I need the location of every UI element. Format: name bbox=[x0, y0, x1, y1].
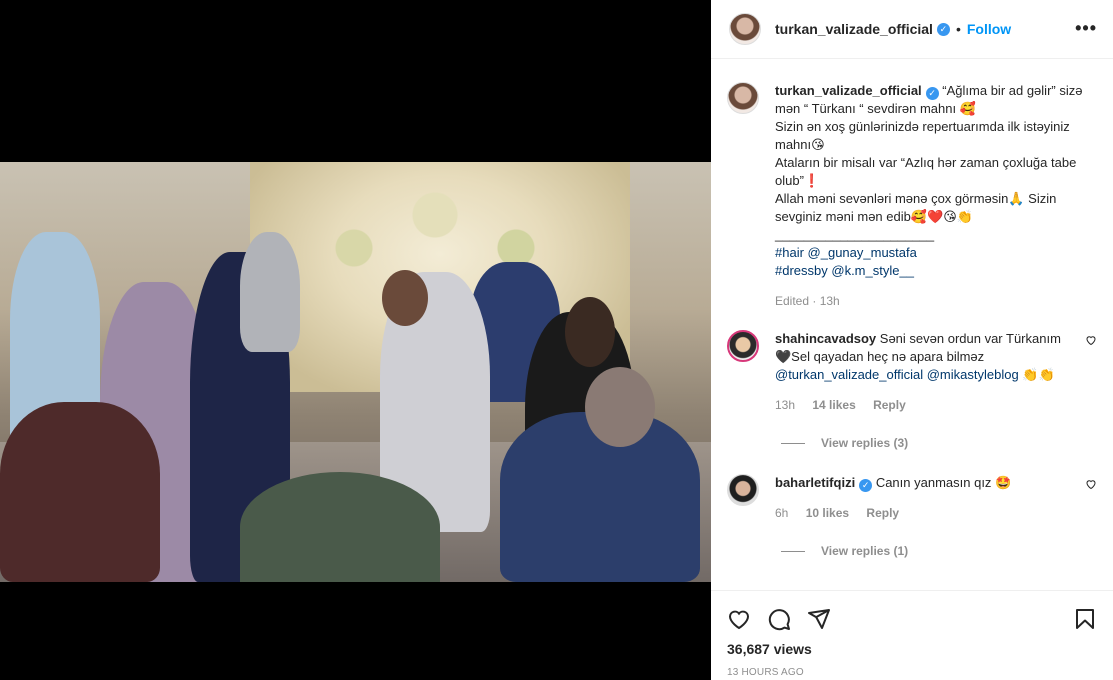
video-figure bbox=[0, 402, 160, 582]
more-icon[interactable]: ••• bbox=[1075, 18, 1097, 39]
caption-line: Allah məni sevənləri mənə çox görməsin🙏 … bbox=[775, 191, 1057, 206]
comments-list[interactable]: turkan_valizade_official ✓ “Ağlıma bir ad… bbox=[711, 60, 1113, 590]
comment-time[interactable]: 13h bbox=[775, 398, 795, 412]
mention-link[interactable]: @mikastyleblog bbox=[927, 367, 1019, 382]
edited-label: Edited · 13h bbox=[775, 294, 840, 308]
hashtag-link[interactable]: #dressby bbox=[775, 263, 828, 278]
caption-line: mahnı😘 bbox=[775, 137, 825, 152]
mention-link[interactable]: @k.m_style__ bbox=[831, 263, 914, 278]
comment-text: 🖤Sel qayadan heç nə apara bilməz bbox=[775, 349, 985, 364]
view-replies-button[interactable]: View replies (1) bbox=[781, 544, 1097, 558]
video-figure bbox=[240, 472, 440, 582]
caption-line: sevginiz məni mən edib🥰❤️😘👏 bbox=[775, 209, 973, 224]
caption-meta: Edited · 13h bbox=[775, 292, 1085, 310]
caption-line: Sizin ən xoş günlərinizdə repertuarımda … bbox=[775, 119, 1070, 134]
like-comment-heart-icon[interactable] bbox=[1085, 478, 1097, 490]
caption-line: mən “ Türkanı “ sevdirən mahnı 🥰 bbox=[775, 101, 976, 116]
view-replies-label[interactable]: View replies (1) bbox=[821, 544, 908, 558]
comment: baharletifqizi ✓ Canın yanmasın qız 🤩 6h … bbox=[727, 474, 1097, 522]
reply-button[interactable]: Reply bbox=[873, 398, 906, 412]
video-figure bbox=[240, 232, 300, 352]
view-replies-button[interactable]: View replies (3) bbox=[781, 436, 1097, 450]
caption-line: “Ağlıma bir ad gəlir” sizə bbox=[942, 83, 1083, 98]
avatar[interactable] bbox=[729, 13, 761, 45]
verified-icon: ✓ bbox=[936, 22, 950, 36]
caption-line: ______________________ bbox=[775, 227, 935, 242]
replies-divider bbox=[781, 442, 805, 444]
author-username[interactable]: turkan_valizade_official bbox=[775, 21, 933, 37]
comment-text: Səni sevən ordun var Türkanım bbox=[879, 331, 1061, 346]
separator-dot: • bbox=[955, 21, 961, 37]
follow-button[interactable]: Follow bbox=[967, 21, 1011, 37]
comment-username[interactable]: baharletifqizi bbox=[775, 475, 855, 490]
hashtag-link[interactable]: #hair bbox=[775, 245, 804, 260]
comment-username[interactable]: shahincavadsoy bbox=[775, 331, 876, 346]
mention-link[interactable]: @_gunay_mustafa bbox=[808, 245, 917, 260]
mention-link[interactable]: @turkan_valizade_official bbox=[775, 367, 923, 382]
view-replies-label[interactable]: View replies (3) bbox=[821, 436, 908, 450]
caption-username[interactable]: turkan_valizade_official bbox=[775, 83, 922, 98]
comment-emoji: 👏👏 bbox=[1022, 367, 1055, 382]
avatar[interactable] bbox=[727, 82, 759, 114]
action-icons bbox=[727, 599, 1097, 639]
replies-divider bbox=[781, 550, 805, 552]
reply-button[interactable]: Reply bbox=[866, 506, 899, 520]
video-figure bbox=[565, 297, 615, 367]
comment-likes[interactable]: 14 likes bbox=[812, 398, 855, 412]
views-count[interactable]: 36,687 views bbox=[727, 641, 1097, 657]
caption-line: Ataların bir misalı var “Azlıq hər zaman… bbox=[775, 155, 1077, 170]
verified-icon: ✓ bbox=[925, 87, 939, 100]
video-figure bbox=[382, 270, 428, 326]
avatar[interactable] bbox=[727, 330, 759, 362]
comment: shahincavadsoy Səni sevən ordun var Türk… bbox=[727, 330, 1097, 414]
comment-meta: 13h 14 likes Reply bbox=[775, 396, 1085, 414]
comment-icon[interactable] bbox=[767, 607, 791, 631]
heart-icon[interactable] bbox=[727, 607, 751, 631]
avatar[interactable] bbox=[727, 474, 759, 506]
like-comment-heart-icon[interactable] bbox=[1085, 334, 1097, 346]
bookmark-icon[interactable] bbox=[1073, 607, 1097, 631]
post-media bbox=[0, 0, 711, 680]
comment-meta: 6h 10 likes Reply bbox=[775, 504, 1085, 522]
post-timestamp[interactable]: 13 HOURS AGO bbox=[727, 667, 1097, 678]
post-actions: 36,687 views 13 HOURS AGO bbox=[711, 590, 1113, 678]
comment-likes[interactable]: 10 likes bbox=[806, 506, 849, 520]
share-icon[interactable] bbox=[807, 607, 831, 631]
post-video[interactable] bbox=[0, 162, 711, 582]
post-header: turkan_valizade_official ✓ • Follow ••• bbox=[711, 0, 1113, 59]
comment-text: Canın yanmasın qız 🤩 bbox=[875, 475, 1012, 490]
comment-time[interactable]: 6h bbox=[775, 506, 788, 520]
post-side-panel: turkan_valizade_official ✓ • Follow ••• … bbox=[711, 0, 1113, 680]
caption: turkan_valizade_official ✓ “Ağlıma bir ad… bbox=[727, 82, 1097, 310]
video-figure bbox=[585, 367, 655, 447]
caption-line: olub”❗️ bbox=[775, 173, 821, 188]
verified-icon: ✓ bbox=[859, 479, 873, 492]
